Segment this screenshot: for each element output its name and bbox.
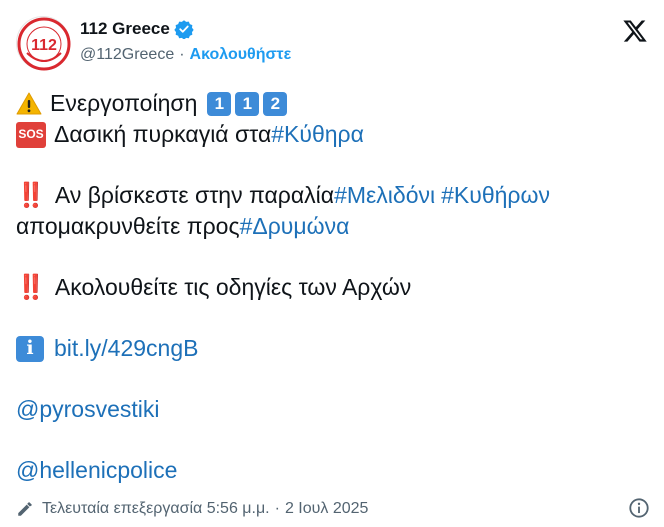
tweet-line-instructions: ‼️ Ακολουθείτε τις οδηγίες των Αρχών [16,272,648,303]
edited-timestamp[interactable]: Τελευταία επεξεργασία 5:56 μ.μ. [42,500,270,518]
tweet-footer: Τελευταία επεξεργασία 5:56 μ.μ. · 2 Ιουλ… [16,496,656,522]
handle[interactable]: @112Greece [80,46,174,64]
display-name[interactable]: 112 Greece [80,19,170,39]
double-exclamation-icon: ‼️ [16,274,46,301]
tweet-line-mention-fire: @pyrosvestiki [16,394,648,425]
tweet-line-mention-police: @hellenicpolice [16,455,648,486]
instructions-text: Ακολουθείτε τις οδηγίες των Αρχών [54,274,412,300]
sos-badge: SOS [16,121,46,148]
keycap-digit: 2 [263,91,288,116]
tweet-header: 112 112 Greece @112Greece · Ακολουθήστε [14,14,654,74]
tweet-line-activation: Ενεργοποίηση 1 1 2 [16,88,648,119]
tweet-line-link: i bit.ly/429cngB [16,333,648,364]
keycap-digit: 1 [235,91,260,116]
svg-text:112: 112 [31,37,57,54]
handle-separator: · [179,46,185,63]
beach-text: Αν βρίσκεστε στην παραλία [54,182,335,208]
footer-separator: · [274,500,280,517]
evacuate-text: απομακρυνθείτε προς [16,213,240,239]
mention-hellenicpolice[interactable]: @hellenicpolice [16,455,177,486]
pencil-icon [18,502,32,516]
account-names: 112 Greece @112Greece · Ακολουθήστε [80,17,291,64]
tweet-line-fire: SOS Δασική πυρκαγιά στα #Κύθηρα [16,119,648,150]
follow-button[interactable]: Ακολουθήστε [190,46,292,64]
avatar-logo: 112 [17,17,71,71]
mention-pyrosvestiki[interactable]: @pyrosvestiki [16,394,160,425]
hashtag-drymona[interactable]: #Δρυμώνα [240,211,350,242]
hashtag-kythira[interactable]: #Κύθηρα [271,119,364,150]
post-date[interactable]: 2 Ιουλ 2025 [285,500,368,518]
verified-badge-icon [174,20,194,39]
fire-text: Δασική πυρκαγιά στα [54,121,272,147]
display-name-row: 112 Greece [80,17,291,41]
tweet-line-evacuate: απομακρυνθείτε προς #Δρυμώνα [16,211,648,242]
double-exclamation-icon: ‼️ [16,182,46,209]
handle-row: @112Greece · Ακολουθήστε [80,46,291,64]
info-circle-icon[interactable] [628,497,650,519]
info-icon: i [16,335,44,362]
avatar[interactable]: 112 [16,16,71,71]
short-link[interactable]: bit.ly/429cngB [54,333,198,364]
activation-text: Ενεργοποίηση [50,90,198,116]
hashtag-kythiron[interactable]: #Κυθήρων [441,180,550,211]
warning-icon [16,92,42,114]
hashtag-melidoni[interactable]: #Μελιδόνι [334,180,435,211]
tweet-text: Ενεργοποίηση 1 1 2 SOS Δασική πυρκαγιά σ… [16,88,648,486]
x-logo-icon[interactable] [622,18,648,44]
keycap-digit: 1 [207,91,232,116]
tweet-line-beach: ‼️ Αν βρίσκεστε στην παραλία #Μελιδόνι #… [16,180,648,211]
